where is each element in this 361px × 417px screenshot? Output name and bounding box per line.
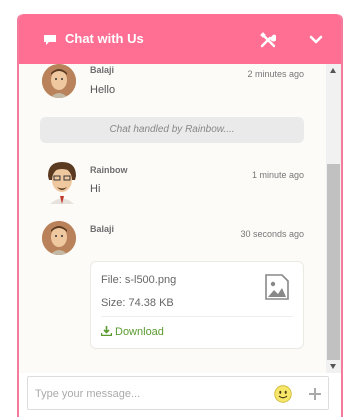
message-time: 1 minute ago (251, 170, 304, 180)
message-time: 2 minutes ago (247, 69, 304, 79)
scroll-down-icon[interactable] (330, 364, 336, 369)
message-list[interactable]: Balaji 2 minutes ago Hello Chat handled … (19, 64, 326, 373)
image-file-icon (265, 274, 289, 300)
divider (101, 316, 293, 317)
file-attachment-card: File: s-l500.png Size: 74.38 KB Download (90, 261, 304, 349)
chevron-down-icon[interactable] (309, 34, 323, 46)
avatar (42, 221, 76, 255)
tools-icon[interactable] (260, 32, 276, 48)
message-time: 30 seconds ago (240, 229, 304, 239)
message-text: Hello (90, 84, 116, 96)
download-link[interactable]: Download (101, 326, 164, 338)
chat-title: Chat with Us (65, 31, 144, 46)
avatar (42, 160, 82, 204)
message-input[interactable] (35, 384, 265, 404)
download-label: Download (115, 326, 164, 338)
file-size: Size: 74.38 KB (101, 297, 174, 309)
message-sender: Rainbow (90, 165, 128, 175)
chat-bubble-icon (44, 35, 56, 45)
message-sender: Balaji (90, 65, 115, 75)
chat-header[interactable]: Chat with Us (19, 14, 341, 64)
file-name: File: s-l500.png (101, 274, 177, 286)
scroll-up-icon[interactable] (330, 68, 336, 73)
scrollbar-thumb[interactable] (327, 164, 340, 360)
system-note: Chat handled by Rainbow.... (40, 117, 304, 143)
smiley-icon[interactable] (274, 385, 292, 403)
composer (27, 376, 329, 410)
scrollbar[interactable] (326, 64, 341, 373)
message-text: Hi (90, 183, 101, 195)
download-icon (101, 326, 112, 336)
avatar (42, 64, 76, 98)
plus-icon[interactable] (308, 387, 322, 401)
chat-widget: Chat with Us Balaji 2 minutes ago Hello … (17, 14, 343, 417)
message-sender: Balaji (90, 224, 115, 234)
